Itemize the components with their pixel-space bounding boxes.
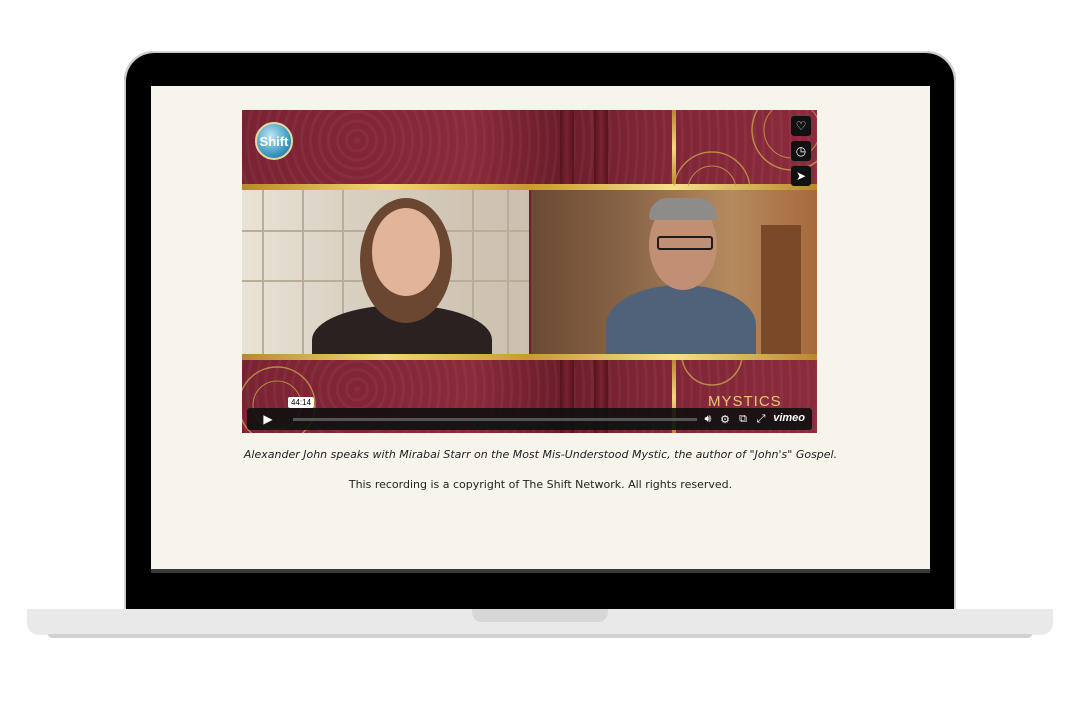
gear-icon[interactable]: ⚙ (718, 411, 732, 427)
volume-icon[interactable]: 🔊︎ (701, 411, 715, 427)
laptop-notch (472, 609, 608, 622)
video-feed-left (242, 190, 529, 354)
laptop-screen: Shift ♡ ◷ ➤ MYSTICS ▶ 44:14 🔊︎ ⚙ ⧉ ⤢ vim… (151, 86, 930, 573)
video-player[interactable]: Shift ♡ ◷ ➤ MYSTICS ▶ 44:14 🔊︎ ⚙ ⧉ ⤢ vim… (242, 110, 817, 433)
vimeo-logo[interactable]: vimeo (773, 412, 805, 424)
laptop-base-shadow (48, 634, 1032, 638)
time-tooltip: 44:14 (288, 397, 315, 408)
player-controls: ▶ 44:14 🔊︎ ⚙ ⧉ ⤢ vimeo (247, 397, 812, 430)
copyright-notice: This recording is a copyright of The Shi… (348, 478, 733, 491)
video-feed-right (531, 190, 817, 354)
progress-bar[interactable] (293, 418, 697, 421)
clock-icon[interactable]: ◷ (791, 141, 811, 161)
play-icon[interactable]: ▶ (253, 411, 283, 427)
speaker-right-body (606, 285, 756, 354)
fullscreen-icon[interactable]: ⤢ (754, 411, 768, 427)
shift-network-logo: Shift (255, 122, 293, 160)
speaker-left-face (372, 208, 440, 296)
picture-in-picture-icon[interactable]: ⧉ (736, 411, 750, 427)
send-icon[interactable]: ➤ (791, 166, 811, 186)
glasses (657, 236, 713, 250)
heart-icon[interactable]: ♡ (791, 116, 811, 136)
video-caption: Alexander John speaks with Mirabai Starr… (243, 448, 838, 461)
screen-bottom-bar (151, 569, 930, 573)
